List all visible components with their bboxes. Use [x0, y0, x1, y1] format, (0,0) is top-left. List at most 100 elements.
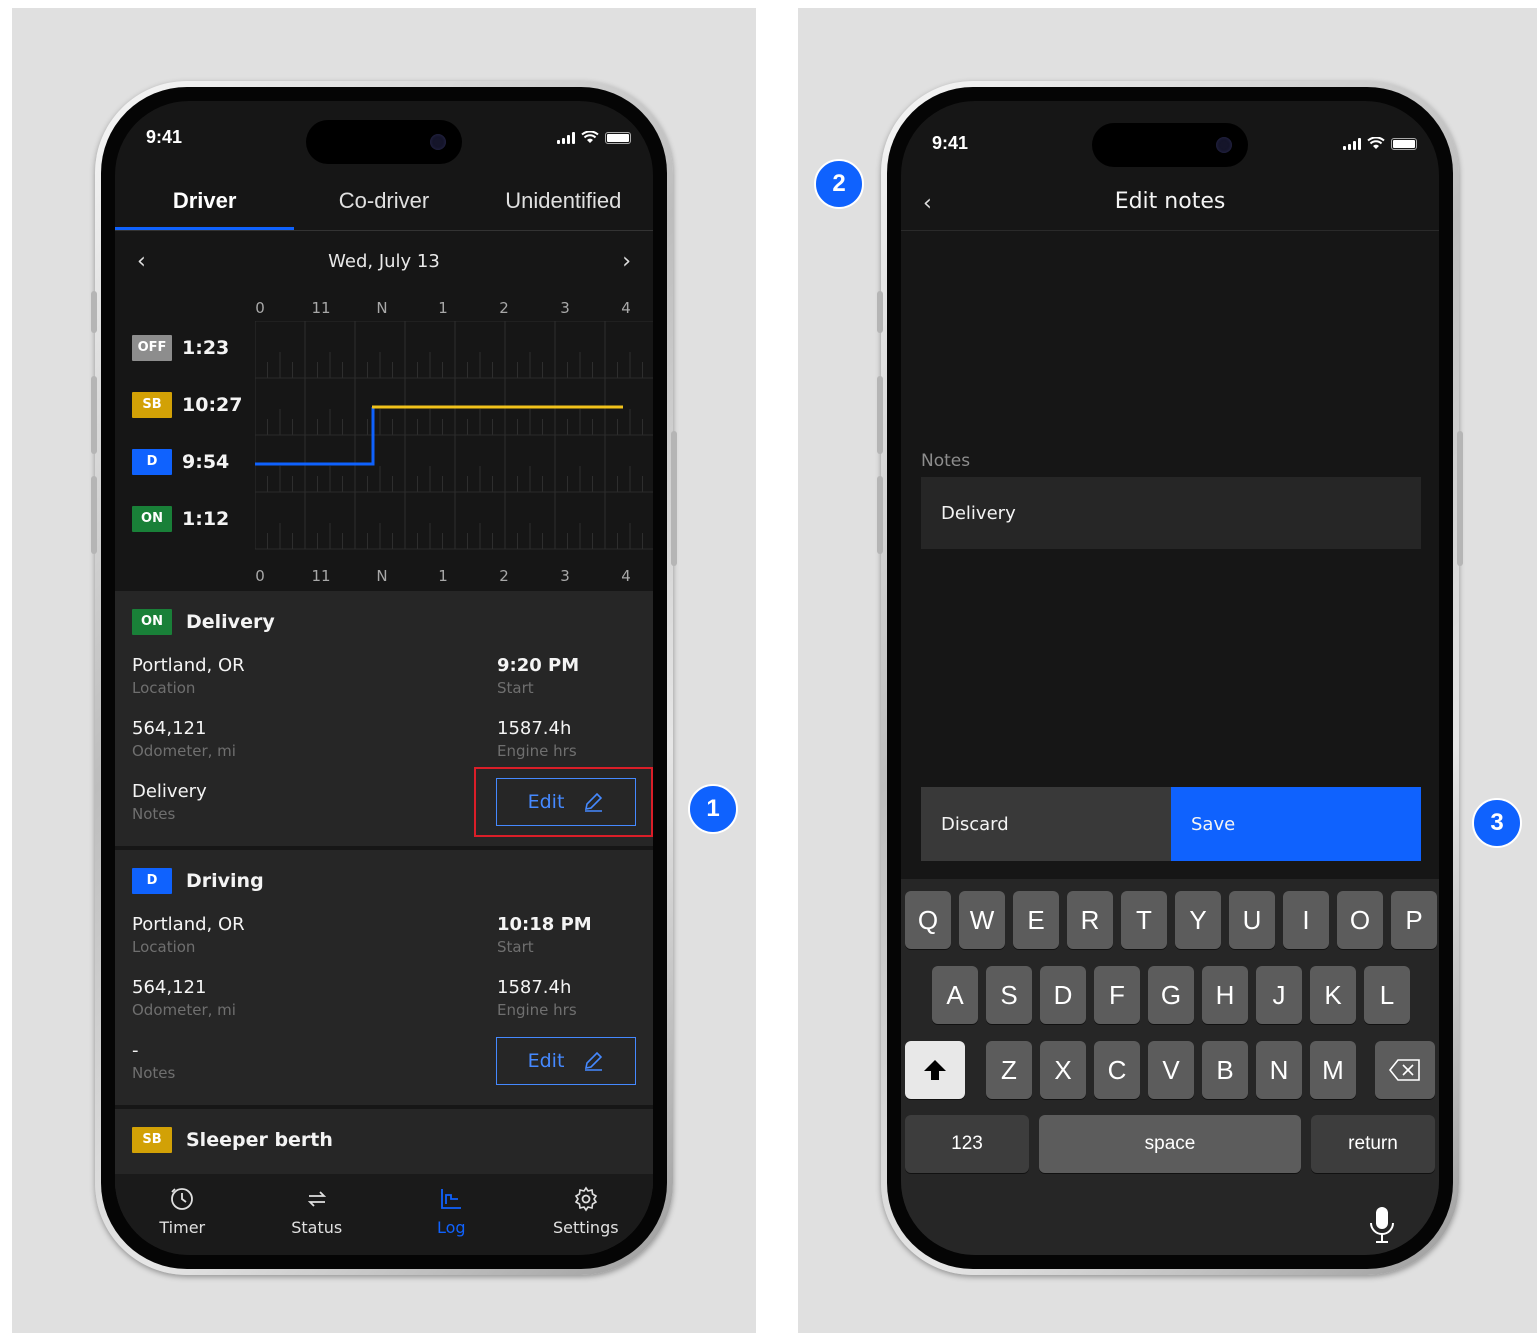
space-key[interactable]: space: [1039, 1115, 1301, 1173]
hour-tick: 0: [255, 299, 265, 317]
step-marker-1: 1: [688, 784, 738, 834]
hour-tick: 2: [499, 567, 509, 585]
event-title: Driving: [186, 870, 264, 892]
chevron-right-icon[interactable]: ›: [622, 249, 631, 274]
key-o[interactable]: O: [1337, 891, 1383, 949]
microphone-icon[interactable]: [1367, 1205, 1397, 1245]
dynamic-island: [1092, 123, 1248, 167]
tab-log-label: Log: [436, 1218, 466, 1237]
log-grid: [255, 321, 653, 550]
key-z[interactable]: Z: [986, 1041, 1032, 1099]
event-header: ON Delivery: [132, 609, 275, 635]
legend-on: ON 1:12: [132, 506, 229, 532]
key-k[interactable]: K: [1310, 966, 1356, 1024]
status-bar-time: 9:41: [146, 127, 183, 147]
tab-settings[interactable]: Settings: [519, 1174, 654, 1255]
key-u[interactable]: U: [1229, 891, 1275, 949]
signal-icon: [1343, 137, 1361, 150]
event-notes: Delivery Notes: [132, 781, 207, 823]
discard-button[interactable]: Discard: [921, 787, 1171, 861]
key-w[interactable]: W: [959, 891, 1005, 949]
event-card-driving: D Driving Portland, OR Location 10:18 PM…: [115, 850, 653, 1105]
step-marker-2: 2: [814, 159, 864, 209]
event-odometer: 564,121 Odometer, mi: [132, 977, 236, 1019]
key-f[interactable]: F: [1094, 966, 1140, 1024]
tab-unidentified[interactable]: Unidentified: [474, 171, 653, 230]
key-v[interactable]: V: [1148, 1041, 1194, 1099]
event-engine-hours: 1587.4h Engine hrs: [497, 977, 577, 1019]
hour-tick: N: [376, 299, 388, 317]
notes-input[interactable]: [921, 477, 1421, 549]
key-j[interactable]: J: [1256, 966, 1302, 1024]
key-n[interactable]: N: [1256, 1041, 1302, 1099]
shift-key[interactable]: [905, 1041, 965, 1099]
driver-tabs: Driver Co-driver Unidentified: [115, 171, 653, 231]
pencil-icon: [585, 792, 603, 812]
key-a[interactable]: A: [932, 966, 978, 1024]
key-h[interactable]: H: [1202, 966, 1248, 1024]
log-chart-icon: [441, 1189, 462, 1209]
key-b[interactable]: B: [1202, 1041, 1248, 1099]
event-title: Sleeper berth: [186, 1129, 333, 1151]
key-g[interactable]: G: [1148, 966, 1194, 1024]
tab-driver[interactable]: Driver: [115, 171, 295, 230]
key-x[interactable]: X: [1040, 1041, 1086, 1099]
tab-status[interactable]: Status: [250, 1174, 385, 1255]
save-button[interactable]: Save: [1171, 787, 1421, 861]
edit-label: Edit: [527, 791, 565, 813]
key-t[interactable]: T: [1121, 891, 1167, 949]
wifi-icon: [1367, 137, 1385, 149]
status-bar-icons: [557, 131, 631, 144]
wifi-icon: [581, 131, 599, 143]
hour-tick: 1: [438, 567, 448, 585]
tab-log[interactable]: Log: [384, 1174, 519, 1255]
tab-co-driver[interactable]: Co-driver: [294, 171, 473, 230]
key-d[interactable]: D: [1040, 966, 1086, 1024]
off-duration: 1:23: [182, 337, 230, 359]
key-q[interactable]: Q: [905, 891, 951, 949]
status-tag-d: D: [132, 449, 172, 475]
key-e[interactable]: E: [1013, 891, 1059, 949]
tab-status-label: Status: [291, 1218, 343, 1237]
key-m[interactable]: M: [1310, 1041, 1356, 1099]
key-l[interactable]: L: [1364, 966, 1410, 1024]
on-screen-keyboard: 123 space return QWERTYUIOP ASDFGHJKL ZXCV…: [901, 879, 1439, 1255]
status-tag-sb: SB: [132, 1127, 172, 1153]
d-duration: 9:54: [182, 451, 230, 473]
key-r[interactable]: R: [1067, 891, 1113, 949]
right-panel: 9:41 ‹ Edit notes Notes Discard Save: [798, 8, 1537, 1333]
key-c[interactable]: C: [1094, 1041, 1140, 1099]
event-notes: - Notes: [132, 1040, 176, 1082]
hour-tick: 11: [311, 567, 331, 585]
notes-field-label: Notes: [921, 451, 971, 471]
numbers-key[interactable]: 123: [905, 1115, 1029, 1173]
shift-icon: [924, 1060, 946, 1080]
status-tag-off: OFF: [132, 335, 172, 361]
hour-tick: 3: [560, 299, 570, 317]
event-title: Delivery: [186, 611, 275, 633]
legend-off: OFF 1:23: [132, 335, 229, 361]
nav-header: ‹ Edit notes: [901, 181, 1439, 231]
step-marker-3: 3: [1472, 798, 1522, 848]
log-screen: 9:41 Driver Co-driver Unidentified ‹ Wed…: [115, 101, 653, 1255]
battery-icon: [605, 131, 631, 144]
edit-notes-button[interactable]: Edit: [496, 778, 636, 826]
dynamic-island: [306, 120, 462, 164]
edit-notes-screen: 9:41 ‹ Edit notes Notes Discard Save: [901, 101, 1439, 1255]
hour-tick: 2: [499, 299, 509, 317]
on-duration: 1:12: [182, 508, 230, 530]
timer-icon: [171, 1188, 194, 1210]
backspace-key[interactable]: [1375, 1041, 1435, 1099]
key-y[interactable]: Y: [1175, 891, 1221, 949]
edit-notes-button[interactable]: Edit: [496, 1037, 636, 1085]
key-p[interactable]: P: [1391, 891, 1437, 949]
return-key[interactable]: return: [1311, 1115, 1435, 1173]
key-i[interactable]: I: [1283, 891, 1329, 949]
edit-label: Edit: [527, 1050, 565, 1072]
hour-tick: 0: [255, 567, 265, 585]
legend-d: D 9:54: [132, 449, 229, 475]
tab-timer[interactable]: Timer: [115, 1174, 250, 1255]
event-odometer: 564,121 Odometer, mi: [132, 718, 236, 760]
status-tag-on: ON: [132, 609, 172, 635]
key-s[interactable]: S: [986, 966, 1032, 1024]
